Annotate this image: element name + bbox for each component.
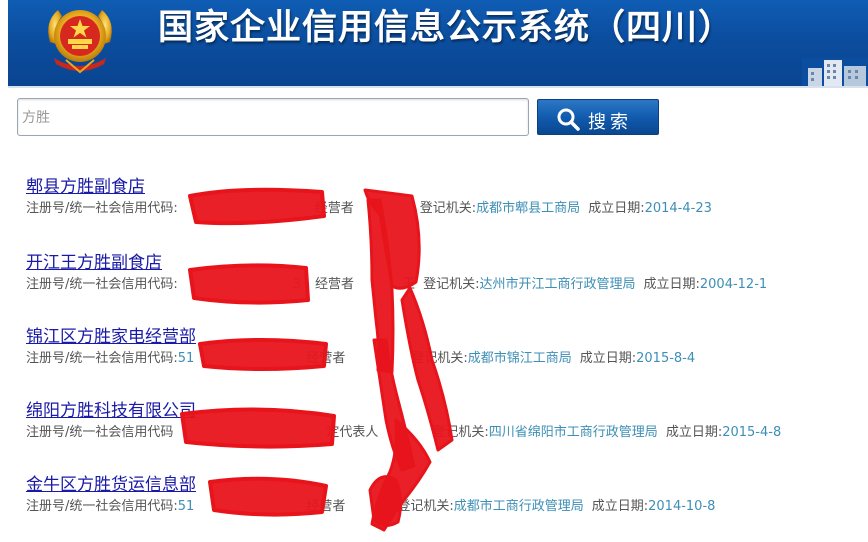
site-title: 国家企业信用信息公示系统（四川） (158, 8, 735, 48)
reg-label: 注册号/统一社会信用代码: (26, 201, 178, 216)
rep-label: 经营者 (315, 277, 355, 292)
authority-value: 成都市郫县工商局 (476, 201, 581, 216)
reg-label: 注册号/统一社会信用代码: (26, 499, 178, 514)
result-meta: 注册号/统一社会信用代码: 经营者 登记机关:成都市郫县工商局 成立日期:2014-4… (26, 200, 712, 218)
date-value: 2014-4-23 (644, 201, 712, 216)
rep-label: 定代表人 (326, 425, 379, 440)
result-meta: 注册号/统一社会信用代码:51 经营者 登记机关:成都市工商行政管理局 成立日期:20… (26, 498, 715, 516)
reg-value-fragment: 51 (177, 351, 195, 366)
date-value: 2015-4-8 (722, 425, 782, 440)
authority-value: 成都市锦江工商局 (467, 351, 572, 366)
header-divider (8, 86, 868, 88)
search-button[interactable]: 搜索 (537, 99, 659, 135)
reg-value-fragment: 51 (177, 499, 195, 514)
result-item: 郫县方胜副食店 注册号/统一社会信用代码: 经营者 登记机关:成都市郫县工商局 成立日… (26, 176, 868, 224)
date-label: 成立日期: (643, 277, 700, 292)
result-name-link[interactable]: 郫县方胜副食店 (26, 176, 145, 198)
date-label: 成立日期: (591, 499, 649, 514)
result-name-link[interactable]: 金牛区方胜货运信息部 (26, 474, 196, 496)
site-header: 国家企业信用信息公示系统（四川） (0, 0, 868, 88)
rep-label: 经营者 (306, 351, 346, 366)
result-name-link[interactable]: 开江王方胜副食店 (26, 252, 162, 274)
national-emblem-icon (48, 10, 112, 74)
result-meta: 注册号/统一社会信用代码: 3 经营者 王登记机关:达州市开江工商行政管理局 成立日期:… (26, 276, 767, 294)
authority-value: 四川省绵阳市工商行政管理局 (488, 425, 658, 440)
authority-label: 登记机关: (411, 351, 468, 366)
search-input[interactable] (17, 98, 529, 136)
date-label: 成立日期: (665, 425, 723, 440)
reg-label: 注册号/统一社会信用代码: (26, 277, 178, 292)
result-item: 金牛区方胜货运信息部 注册号/统一社会信用代码:51 经营者 登记机关:成都市工商行… (26, 474, 868, 522)
result-name-link[interactable]: 绵阳方胜科技有限公司 (26, 400, 196, 422)
date-label: 成立日期: (588, 201, 645, 216)
authority-label: 登记机关: (397, 499, 454, 514)
result-item: 开江王方胜副食店 注册号/统一社会信用代码: 3 经营者 王登记机关:达州市开江工商行… (26, 252, 868, 300)
result-meta: 注册号/统一社会信用代码 定代表人 登记机关:四川省绵阳市工商行政管理局 成立日期:2… (26, 424, 781, 442)
header-edge (0, 0, 8, 88)
reg-label: 注册号/统一社会信用代码 (26, 425, 174, 440)
date-label: 成立日期: (579, 351, 637, 366)
search-button-label: 搜索 (588, 112, 632, 133)
authority-value: 达州市开江工商行政管理局 (479, 277, 636, 292)
rep-value-fragment: 王 (402, 277, 416, 292)
rep-label: 经营者 (306, 499, 346, 514)
result-name-link[interactable]: 锦江区方胜家电经营部 (26, 326, 196, 348)
building-silhouette-icon (802, 58, 868, 88)
reg-value-fragment: 3 (292, 277, 302, 292)
result-item: 绵阳方胜科技有限公司 注册号/统一社会信用代码 定代表人 登记机关:四川省绵阳市工商… (26, 400, 868, 448)
authority-label: 登记机关: (432, 425, 489, 440)
date-value: 2004-12-1 (699, 277, 768, 292)
authority-value: 成都市工商行政管理局 (453, 499, 584, 514)
result-meta: 注册号/统一社会信用代码:51 经营者 登记机关:成都市锦江工商局 成立日期:2015… (26, 350, 695, 368)
authority-label: 登记机关: (419, 201, 477, 216)
search-icon (557, 108, 580, 131)
authority-label: 登记机关: (423, 277, 480, 292)
date-value: 2014-10-8 (648, 499, 716, 514)
date-value: 2015-8-4 (636, 351, 696, 366)
reg-label: 注册号/统一社会信用代码: (26, 351, 178, 366)
result-item: 锦江区方胜家电经营部 注册号/统一社会信用代码:51 经营者 登记机关:成都市锦江工… (26, 326, 868, 374)
rep-label: 经营者 (314, 201, 354, 216)
